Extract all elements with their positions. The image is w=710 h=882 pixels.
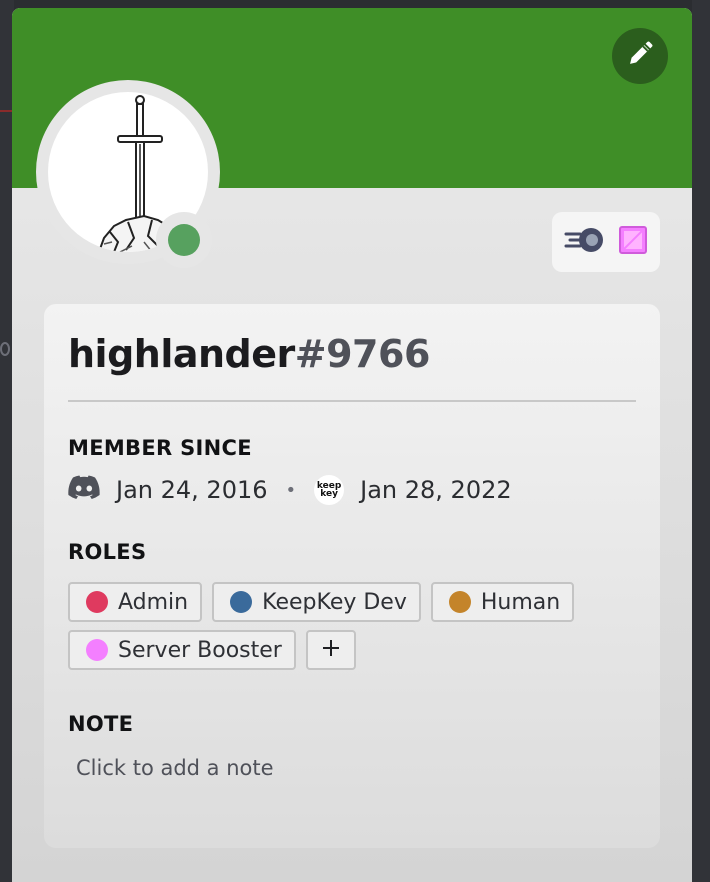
pencil-icon	[626, 40, 654, 72]
add-role-button[interactable]	[305, 630, 356, 670]
role-color-dot	[86, 591, 108, 613]
server-icon: keep key	[314, 475, 345, 505]
role-color-dot	[448, 591, 471, 613]
username: highlander	[68, 332, 295, 376]
hypesquad-speed-badge[interactable]	[564, 225, 606, 259]
role-color-dot	[86, 639, 108, 661]
discord-join-date: Jan 24, 2016	[116, 476, 268, 504]
role-label: Human	[480, 589, 561, 615]
member-since-heading: MEMBER SINCE	[68, 436, 252, 460]
plus-icon	[321, 638, 341, 662]
discriminator: #9766	[294, 332, 431, 376]
role-admin[interactable]: Admin	[68, 582, 203, 622]
role-label: Admin	[118, 589, 189, 615]
member-since-row: Jan 24, 2016 • keep key Jan 28, 2022	[68, 472, 512, 508]
discord-logo-icon	[68, 475, 100, 505]
username-tag[interactable]: highlander#9766	[68, 332, 430, 376]
role-keepkey-dev[interactable]: KeepKey Dev	[212, 582, 421, 622]
roles-heading: ROLES	[68, 540, 147, 564]
server-join-date: Jan 28, 2022	[360, 476, 512, 504]
pink-gem-icon	[618, 225, 648, 259]
edit-profile-button[interactable]	[612, 28, 668, 84]
nitro-boost-gem-badge[interactable]	[618, 225, 648, 259]
badge-list	[552, 212, 660, 272]
user-profile-popout: highlander#9766 MEMBER SINCE Jan 24, 201…	[12, 8, 692, 882]
role-human[interactable]: Human	[430, 582, 575, 622]
role-label: KeepKey Dev	[262, 589, 407, 615]
note-input[interactable]: Click to add a note	[76, 756, 274, 780]
note-heading: NOTE	[68, 712, 134, 736]
online-status-dot	[168, 224, 200, 256]
background-partial-icon	[0, 342, 10, 356]
date-separator: •	[285, 479, 297, 501]
background-panel-right	[692, 0, 710, 882]
role-color-dot	[230, 591, 253, 613]
divider	[68, 400, 636, 402]
status-indicator	[156, 212, 212, 268]
role-server-booster[interactable]: Server Booster	[68, 630, 296, 670]
speed-orb-icon	[564, 225, 606, 259]
background-accent-line	[0, 110, 12, 112]
role-label: Server Booster	[118, 637, 282, 663]
role-list: Admin KeepKey Dev Human Server Booster	[68, 582, 648, 670]
profile-info-panel: highlander#9766 MEMBER SINCE Jan 24, 201…	[44, 304, 660, 848]
